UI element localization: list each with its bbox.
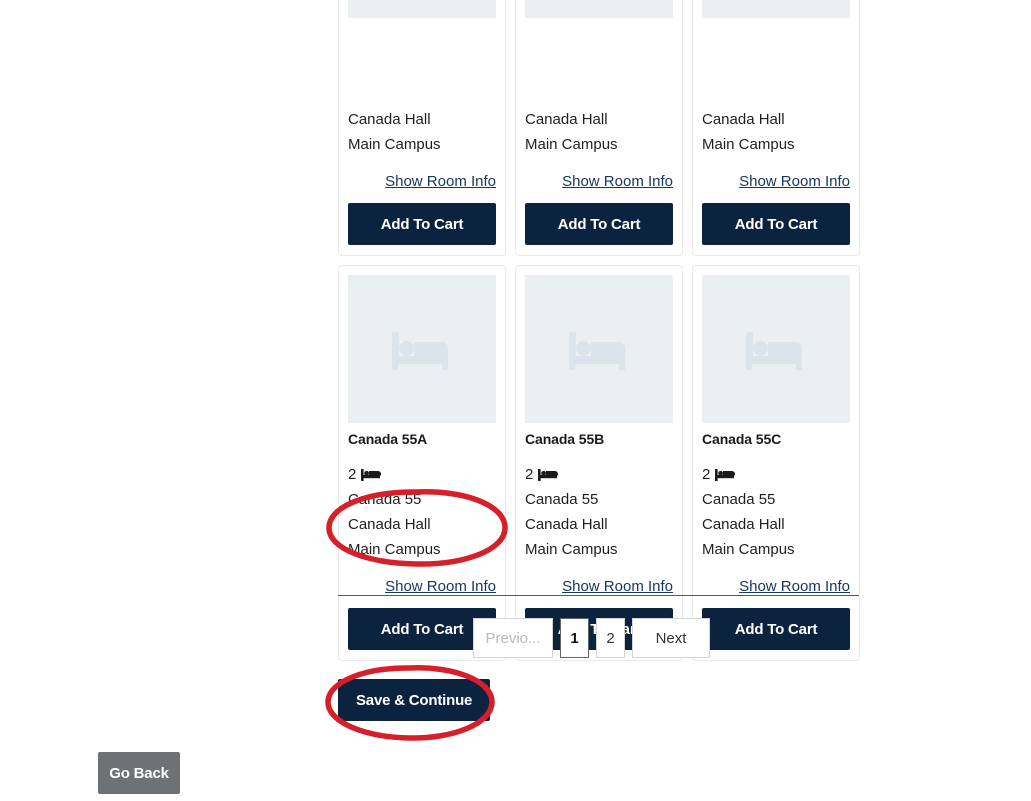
bed-count: 2 xyxy=(525,466,534,483)
bed-icon xyxy=(715,468,736,482)
bed-count-row xyxy=(525,57,673,82)
bed-count-row xyxy=(702,57,850,82)
show-room-info-link[interactable]: Show Room Info xyxy=(739,578,850,595)
room-number: Canada 55 xyxy=(702,491,776,508)
bed-count-row: 2 xyxy=(525,462,673,487)
room-campus: Main Campus xyxy=(348,541,441,558)
add-to-cart-button[interactable]: Add To Cart xyxy=(702,203,850,245)
pagination-previous-button[interactable]: Previo... xyxy=(473,618,553,658)
room-campus: Main Campus xyxy=(348,136,441,153)
room-campus: Main Campus xyxy=(702,541,795,558)
room-card-meta: 2 Canada 55 Canada Hall Main Campus xyxy=(348,462,496,562)
show-room-info-row: Show Room Info xyxy=(525,578,673,596)
pagination-page-2[interactable]: 2 xyxy=(596,618,625,658)
room-card[interactable]: Canada Hall Main Campus Show Room Info A… xyxy=(692,0,860,256)
room-card-meta: Canada Hall Main Campus xyxy=(348,57,496,157)
show-room-info-link[interactable]: Show Room Info xyxy=(562,173,673,190)
room-card-title xyxy=(525,25,673,43)
room-image-placeholder xyxy=(702,275,850,423)
show-room-info-row: Show Room Info xyxy=(348,578,496,596)
room-card-canada-55c[interactable]: Canada 55C 2 Canada 55 Canada Hall Main … xyxy=(692,265,860,661)
bed-count-row xyxy=(348,57,496,82)
show-room-info-link[interactable]: Show Room Info xyxy=(385,578,496,595)
room-card[interactable]: Canada Hall Main Campus Show Room Info A… xyxy=(515,0,683,256)
pagination: Previo... 1 2 Next xyxy=(473,618,710,658)
bed-count: 2 xyxy=(702,466,711,483)
show-room-info-row: Show Room Info xyxy=(525,173,673,191)
bed-count-row: 2 xyxy=(348,462,496,487)
room-card-meta: Canada Hall Main Campus xyxy=(702,57,850,157)
room-card-title: Canada 55B xyxy=(525,431,605,447)
show-room-info-row: Show Room Info xyxy=(702,578,850,596)
bed-count-row: 2 xyxy=(702,462,850,487)
room-hall: Canada Hall xyxy=(702,111,785,128)
show-room-info-link[interactable]: Show Room Info xyxy=(739,173,850,190)
bed-icon xyxy=(538,468,559,482)
room-card-canada-55a[interactable]: Canada 55A 2 Canada 55 Canada Hall Main … xyxy=(338,265,506,661)
go-back-button[interactable]: Go Back xyxy=(98,752,180,794)
room-card-row-bottom: Canada 55A 2 Canada 55 Canada Hall Main … xyxy=(338,265,860,661)
bed-count xyxy=(702,57,706,82)
room-card-title: Canada 55A xyxy=(348,431,428,447)
room-card-canada-55b[interactable]: Canada 55B 2 Canada 55 Canada Hall Main … xyxy=(515,265,683,661)
room-campus: Main Campus xyxy=(702,136,795,153)
room-image-placeholder xyxy=(702,0,850,18)
bed-count: 2 xyxy=(348,466,357,483)
room-card-title: Canada 55C xyxy=(702,431,782,447)
show-room-info-link[interactable]: Show Room Info xyxy=(385,173,496,190)
room-image-placeholder xyxy=(348,0,496,18)
pagination-next-button[interactable]: Next xyxy=(632,618,710,658)
room-card-title xyxy=(348,25,496,43)
room-campus: Main Campus xyxy=(525,136,618,153)
bed-icon xyxy=(361,468,382,482)
room-number: Canada 55 xyxy=(348,491,422,508)
room-image-placeholder xyxy=(348,275,496,423)
room-image-placeholder xyxy=(525,0,673,18)
room-number xyxy=(525,82,673,107)
add-to-cart-55c[interactable]: Add To Cart xyxy=(702,608,850,650)
room-hall: Canada Hall xyxy=(525,516,608,533)
bed-count xyxy=(348,57,352,82)
room-hall: Canada Hall xyxy=(348,516,431,533)
room-campus: Main Campus xyxy=(525,541,618,558)
show-room-info-link[interactable]: Show Room Info xyxy=(562,578,673,595)
room-card-row-top: Canada Hall Main Campus Show Room Info A… xyxy=(338,0,860,256)
room-card-title xyxy=(702,25,850,43)
room-number: Canada 55 xyxy=(525,491,599,508)
pagination-page-1[interactable]: 1 xyxy=(560,618,589,658)
room-image-placeholder xyxy=(525,275,673,423)
room-card[interactable]: Canada Hall Main Campus Show Room Info A… xyxy=(338,0,506,256)
room-card-meta: 2 Canada 55 Canada Hall Main Campus xyxy=(525,462,673,562)
room-card-meta: Canada Hall Main Campus xyxy=(525,57,673,157)
show-room-info-row: Show Room Info xyxy=(348,173,496,191)
room-hall: Canada Hall xyxy=(348,111,431,128)
section-divider xyxy=(338,595,859,596)
add-to-cart-button[interactable]: Add To Cart xyxy=(525,203,673,245)
page-root: Canada Hall Main Campus Show Room Info A… xyxy=(0,0,1031,801)
bed-count xyxy=(525,57,529,82)
room-number xyxy=(348,82,496,107)
room-hall: Canada Hall xyxy=(702,516,785,533)
room-card-grid: Canada Hall Main Campus Show Room Info A… xyxy=(338,0,860,670)
room-hall: Canada Hall xyxy=(525,111,608,128)
save-continue-button[interactable]: Save & Continue xyxy=(338,679,491,721)
room-number xyxy=(702,82,850,107)
show-room-info-row: Show Room Info xyxy=(702,173,850,191)
add-to-cart-button[interactable]: Add To Cart xyxy=(348,203,496,245)
room-card-meta: 2 Canada 55 Canada Hall Main Campus xyxy=(702,462,850,562)
